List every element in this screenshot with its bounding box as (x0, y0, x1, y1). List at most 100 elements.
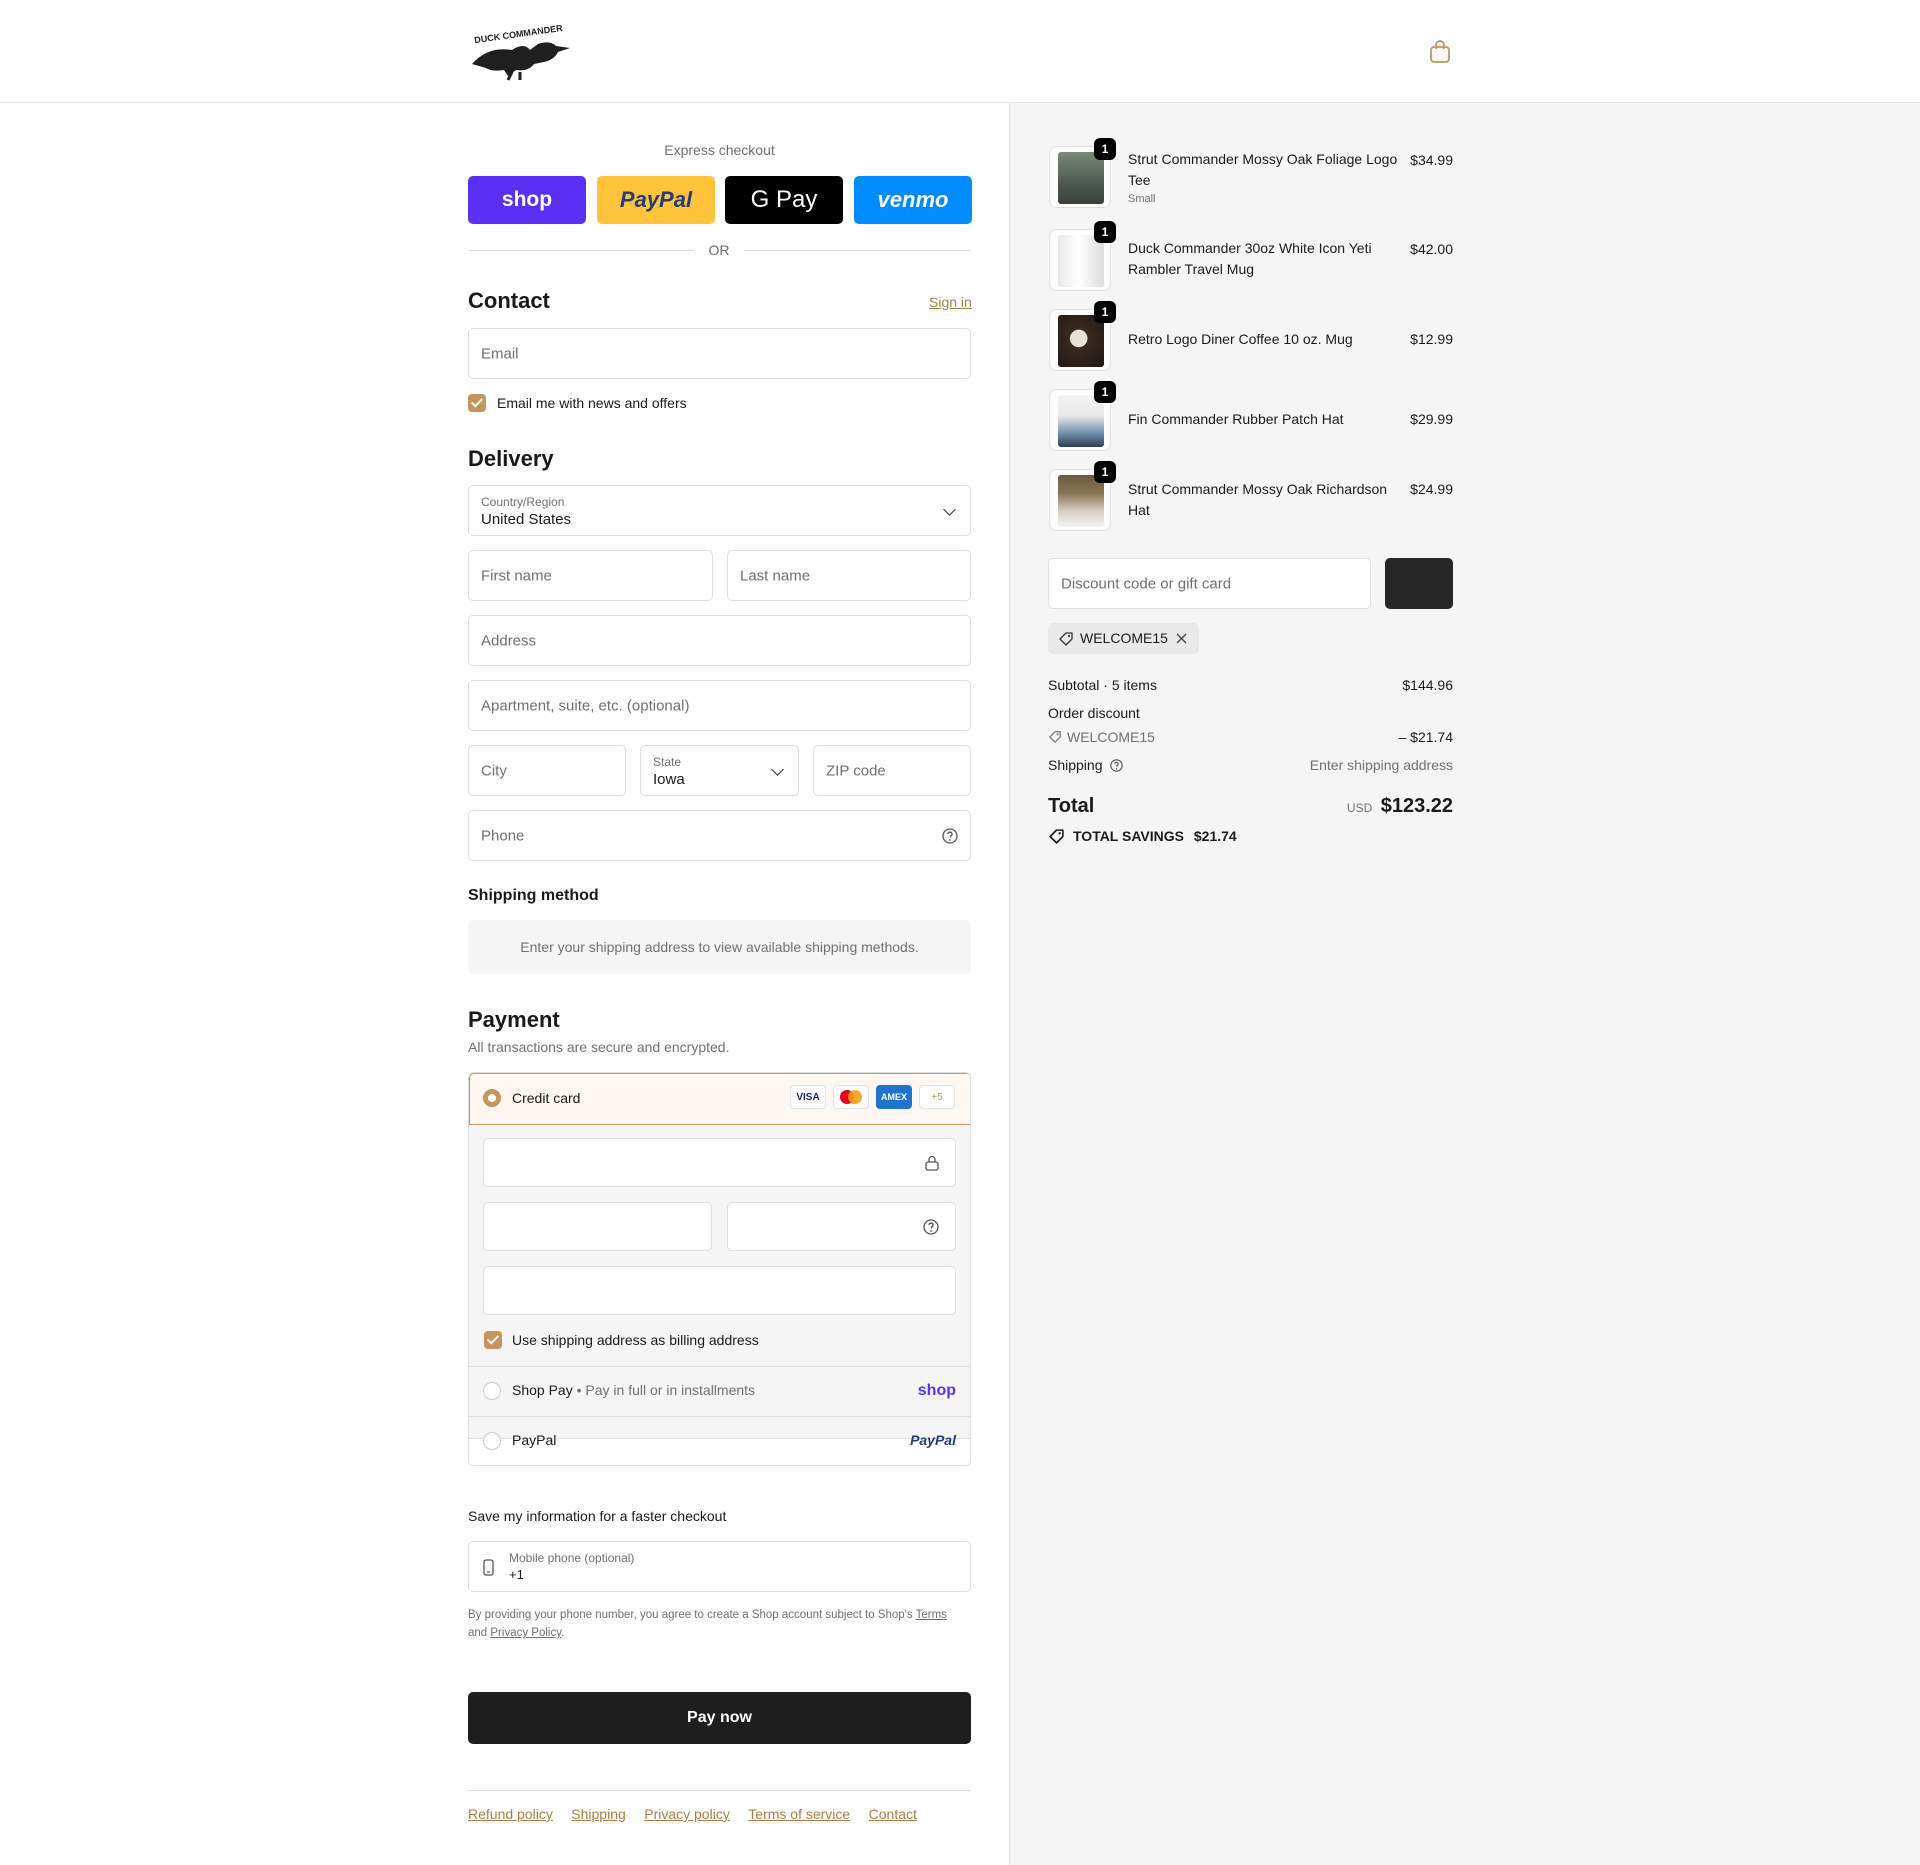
address-field[interactable]: Address (468, 615, 971, 666)
privacy-policy-link[interactable]: Privacy Policy (490, 1627, 561, 1639)
city-field[interactable]: City (468, 745, 626, 796)
email-field[interactable]: Email (468, 328, 971, 379)
cart-item-name: Strut Commander Mossy Oak Foliage Logo T… (1128, 151, 1398, 188)
total-value: $123.22 (1380, 795, 1453, 817)
paypal-express-button[interactable]: PayPal (597, 176, 715, 224)
product-thumbnail: 1 (1049, 381, 1116, 451)
product-thumbnail: 1 (1049, 301, 1116, 371)
order-summary-panel (1009, 103, 1920, 1865)
shipping-label: Shipping (1048, 757, 1103, 773)
billing-address-checkbox[interactable] (484, 1331, 502, 1349)
security-code-field[interactable] (727, 1202, 956, 1251)
state-value: Iowa (653, 771, 685, 788)
discount-value: – $21.74 (1398, 729, 1454, 745)
city-placeholder: City (481, 762, 507, 779)
shipping-method-note: Enter your shipping address to view avai… (468, 920, 971, 974)
applied-discount-code: WELCOME15 (1080, 630, 1168, 646)
shop-pay-sublabel: Pay in full or in installments (585, 1382, 756, 1398)
mastercard-icon (833, 1085, 869, 1109)
discount-code-field[interactable]: Discount code or gift card (1048, 558, 1371, 609)
close-icon[interactable] (1176, 633, 1187, 644)
country-label: Country/Region (481, 495, 565, 509)
address-placeholder: Address (481, 632, 537, 649)
svg-text:DUCK COMMANDER: DUCK COMMANDER (474, 23, 564, 45)
shipping-policy-link[interactable]: Shipping (571, 1806, 626, 1822)
product-thumbnail: 1 (1049, 138, 1116, 208)
discount-code-label: WELCOME15 (1067, 729, 1155, 745)
sign-in-link[interactable]: Sign in (929, 294, 972, 310)
subtotal-value: $144.96 (1402, 677, 1453, 693)
footer-links: Refund policy Shipping Privacy policy Te… (468, 1806, 931, 1824)
billing-address-label: Use shipping address as billing address (512, 1332, 759, 1348)
product-image (1058, 475, 1104, 527)
terms-of-service-link[interactable]: Terms of service (748, 1806, 850, 1822)
mobile-phone-value: +1 (509, 1567, 524, 1582)
help-circle-icon[interactable] (1110, 759, 1124, 772)
quantity-badge: 1 (1094, 461, 1116, 483)
last-name-field[interactable]: Last name (727, 550, 971, 601)
quantity-badge: 1 (1094, 301, 1116, 323)
paypal-option-label[interactable]: PayPal (512, 1432, 556, 1448)
phone-field[interactable]: Phone (468, 810, 971, 861)
state-label: State (653, 755, 682, 769)
country-select[interactable]: Country/Region United States (468, 485, 971, 536)
legal-and: and (468, 1627, 488, 1639)
last-name-placeholder: Last name (740, 567, 811, 584)
tag-icon (1059, 632, 1073, 646)
duck-commander-logo[interactable]: DUCK COMMANDER (468, 20, 584, 82)
terms-link[interactable]: Terms (916, 1609, 947, 1621)
credit-card-label: Credit card (512, 1090, 581, 1106)
mobile-phone-icon (483, 1559, 494, 1576)
zip-field[interactable]: ZIP code (813, 745, 971, 796)
mobile-phone-field[interactable]: Mobile phone (optional) +1 (468, 1541, 971, 1592)
cart-item-name: Fin Commander Rubber Patch Hat (1128, 411, 1344, 427)
expiration-date-field[interactable] (483, 1202, 712, 1251)
save-info-heading: Save my information for a faster checkou… (468, 1508, 727, 1524)
credit-card-radio[interactable] (483, 1089, 501, 1107)
total-savings-value: $21.74 (1193, 828, 1237, 844)
card-number-field[interactable] (483, 1138, 956, 1187)
cart-item-price: $29.99 (1410, 411, 1453, 427)
help-circle-icon[interactable] (923, 1219, 939, 1235)
product-thumbnail: 1 (1049, 221, 1116, 291)
google-pay-express-button[interactable]: G Pay (725, 176, 843, 224)
more-cards-badge: +5 (919, 1085, 955, 1109)
venmo-express-button[interactable]: venmo (854, 176, 972, 224)
express-checkout-title: Express checkout (664, 142, 775, 158)
lock-icon (925, 1155, 939, 1171)
cart-item-variant: Small (1128, 193, 1156, 205)
cart-item-name: Duck Commander 30oz White Icon Yeti Ramb… (1128, 240, 1372, 277)
shipping-method-heading: Shipping method (468, 887, 599, 904)
delivery-heading: Delivery (468, 446, 554, 471)
chevron-down-icon (771, 762, 784, 776)
quantity-badge: 1 (1094, 138, 1116, 160)
divider (468, 1790, 971, 1791)
phone-placeholder: Phone (481, 827, 525, 844)
country-value: United States (481, 511, 572, 528)
product-image (1058, 152, 1104, 204)
apply-discount-button[interactable] (1385, 558, 1453, 609)
or-divider-label: OR (708, 242, 730, 258)
cart-item-name: Strut Commander Mossy Oak Richardson Hat (1128, 481, 1388, 518)
news-offers-checkbox[interactable] (468, 394, 486, 412)
shop-pay-radio[interactable] (483, 1382, 501, 1400)
payment-heading: Payment (468, 1007, 560, 1032)
paypal-radio[interactable] (483, 1432, 501, 1450)
first-name-field[interactable]: First name (468, 550, 713, 601)
privacy-policy-footer-link[interactable]: Privacy policy (644, 1806, 730, 1822)
cart-item-name: Retro Logo Diner Coffee 10 oz. Mug (1128, 331, 1353, 347)
visa-icon: VISA (790, 1085, 826, 1109)
cart-bag-icon[interactable] (1429, 40, 1451, 64)
refund-policy-link[interactable]: Refund policy (468, 1806, 553, 1822)
cart-item-price: $42.00 (1410, 241, 1453, 257)
help-circle-icon[interactable] (942, 828, 958, 844)
apartment-field[interactable]: Apartment, suite, etc. (optional) (468, 680, 971, 731)
pay-now-button[interactable]: Pay now (468, 1692, 971, 1744)
name-on-card-field[interactable] (483, 1266, 956, 1315)
chevron-down-icon (943, 502, 956, 516)
contact-link[interactable]: Contact (869, 1806, 917, 1822)
shop-pay-option[interactable]: Shop Pay • Pay in full or in installment… (512, 1382, 755, 1398)
state-select[interactable]: State Iowa (640, 745, 799, 796)
shop-pay-express-button[interactable]: shop (468, 176, 586, 224)
total-savings-label: TOTAL SAVINGS (1073, 828, 1184, 844)
